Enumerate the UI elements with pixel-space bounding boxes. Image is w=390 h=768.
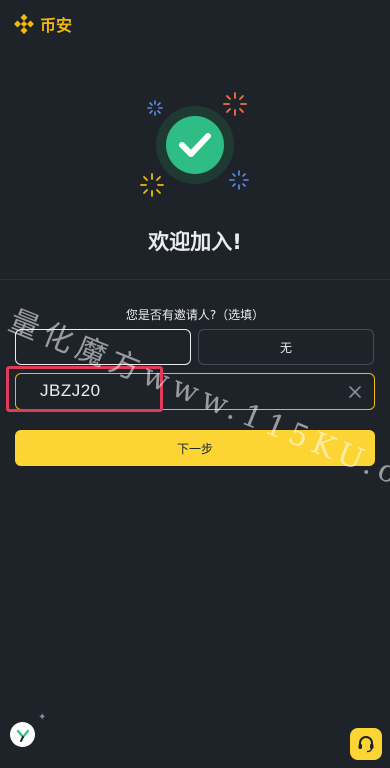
firework-blue-top-left (147, 100, 163, 116)
assistant-icon[interactable] (10, 722, 35, 747)
next-step-label: 下一步 (176, 441, 213, 456)
check-circle-icon (166, 116, 224, 174)
close-icon[interactable] (346, 383, 364, 401)
referral-no-option[interactable]: 无 (198, 329, 374, 365)
referral-question: 您是否有邀请人?（选填） (125, 308, 265, 322)
annotation-highlight-box (6, 366, 163, 412)
firework-orange-top-right (223, 92, 247, 116)
success-illustration (135, 88, 255, 208)
referral-yes-option[interactable] (15, 329, 191, 365)
celebration-illustration (140, 92, 249, 197)
next-step-button[interactable]: 下一步 (15, 430, 375, 466)
firework-blue-bottom-right (229, 170, 249, 190)
headset-icon (358, 736, 374, 753)
welcome-title: 欢迎加入! (148, 230, 242, 254)
binance-logo-icon (14, 14, 34, 34)
assistant-glyph-icon (16, 729, 29, 742)
firework-yellow-bottom-left (140, 173, 164, 197)
app-logo: 币安 (14, 12, 72, 36)
divider (0, 279, 390, 280)
referral-no-label: 无 (279, 340, 292, 355)
logo-text: 币安 (40, 16, 73, 35)
customer-support-button[interactable] (350, 728, 382, 760)
sparkle-icon: ✦ (38, 712, 47, 723)
